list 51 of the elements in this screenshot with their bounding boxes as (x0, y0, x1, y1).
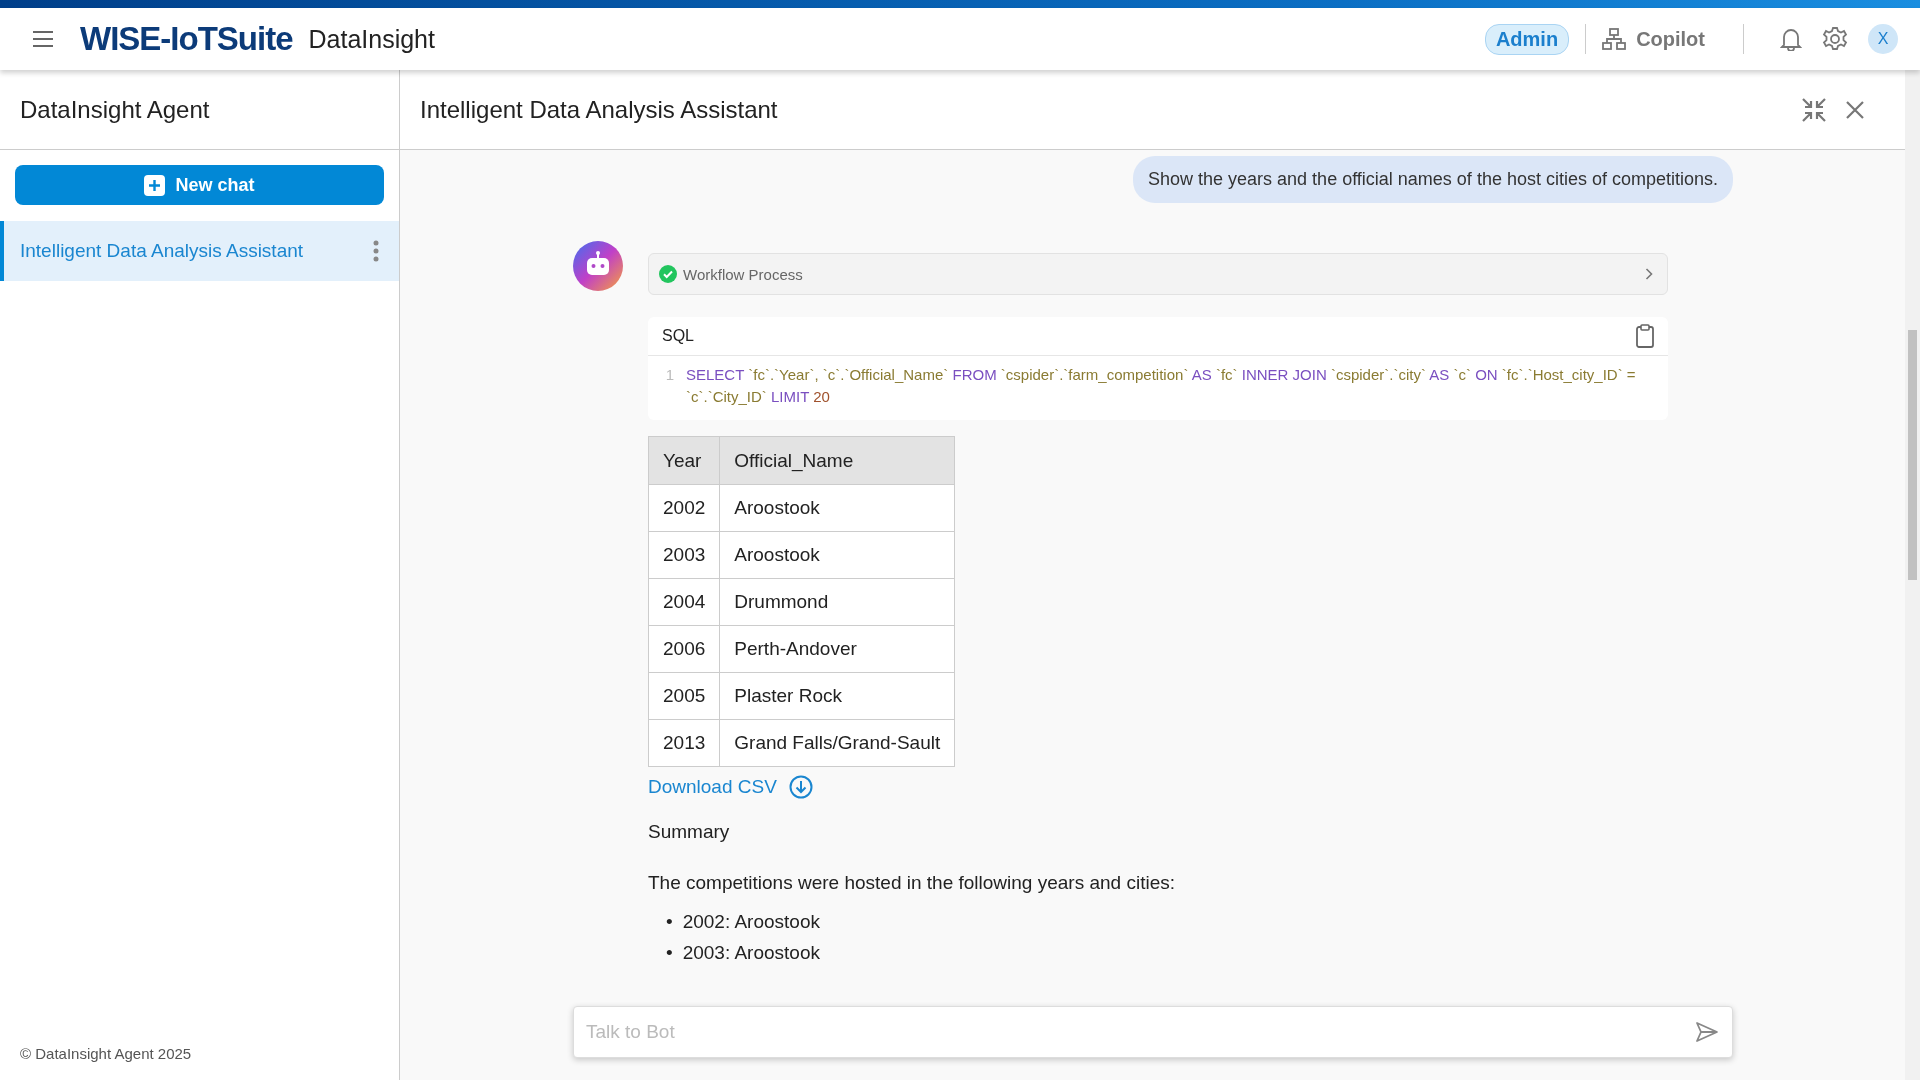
line-number: 1 (664, 365, 674, 385)
download-icon[interactable] (788, 775, 813, 799)
collapse-icon[interactable] (1801, 96, 1827, 123)
plus-icon (144, 174, 166, 196)
brand-logo: WISE-IoTSuite (80, 20, 293, 58)
bell-icon[interactable] (1780, 27, 1802, 51)
table-cell: Aroostook (719, 531, 955, 579)
sidebar-title: DataInsight Agent (20, 95, 210, 124)
summary-item: 2002: Aroostook (682, 910, 820, 934)
table-cell: Aroostook (719, 484, 955, 532)
summary-item: 2003: Aroostook (682, 941, 820, 965)
code-line: SELECT `fc`.`Year`, `c`.`Official_Name` FROM `cspider`.`farm_competition` AS `fc` INNER JOIN `cspider`.`city` AS `c` ON `fc`.`Host_city_ID` = `c`.`City_ID` LIMIT 20 (686, 365, 1637, 407)
chevron-right-icon (1645, 268, 1653, 280)
column-header: Year (648, 436, 720, 485)
send-icon[interactable] (1695, 1021, 1719, 1043)
download-csv-link[interactable]: Download CSV (648, 776, 777, 798)
product-name: DataInsight (308, 24, 435, 54)
clipboard-icon[interactable] (1636, 324, 1654, 348)
bullet: • (666, 910, 673, 934)
column-header: Official_Name (719, 436, 955, 485)
table-cell: Plaster Rock (719, 672, 955, 720)
table-cell: 2006 (648, 625, 720, 673)
copilot-link[interactable]: Copilot (1636, 27, 1705, 51)
bullet: • (666, 941, 673, 965)
table-cell: 2004 (648, 578, 720, 626)
table-cell: 2013 (648, 719, 720, 767)
table-cell: 2003 (648, 531, 720, 579)
chat-input[interactable]: Talk to Bot (573, 1006, 1733, 1058)
scrollbar[interactable] (1905, 70, 1920, 1080)
menu-icon[interactable] (32, 30, 54, 48)
summary-intro: The competitions were hosted in the following years and cities: (648, 872, 1175, 893)
panel-title: Intelligent Data Analysis Assistant (420, 95, 779, 124)
close-icon[interactable] (1845, 99, 1865, 120)
user-message: Show the years and the official names of the host cities of competitions. (1133, 156, 1733, 203)
table-cell: Perth-Andover (719, 625, 955, 673)
sql-label: SQL (662, 327, 695, 345)
workflow-panel[interactable]: Workflow Process (648, 253, 1668, 295)
more-icon[interactable] (373, 240, 379, 262)
table-cell: Grand Falls/Grand-Sault (719, 719, 955, 767)
new-chat-button[interactable]: New chat (15, 165, 384, 205)
table-cell: Drummond (719, 578, 955, 626)
bot-avatar-icon (573, 241, 623, 291)
copyright-text: © DataInsight Agent 2025 (20, 1045, 192, 1062)
chat-list-item[interactable]: Intelligent Data Analysis Assistant (0, 221, 399, 281)
table-cell: 2002 (648, 484, 720, 532)
settings-icon[interactable] (1822, 26, 1848, 52)
network-icon[interactable] (1602, 28, 1627, 50)
user-avatar[interactable]: X (1868, 24, 1898, 54)
summary-heading: Summary (648, 821, 730, 842)
table-cell: 2005 (648, 672, 720, 720)
role-badge: Admin (1484, 23, 1570, 55)
